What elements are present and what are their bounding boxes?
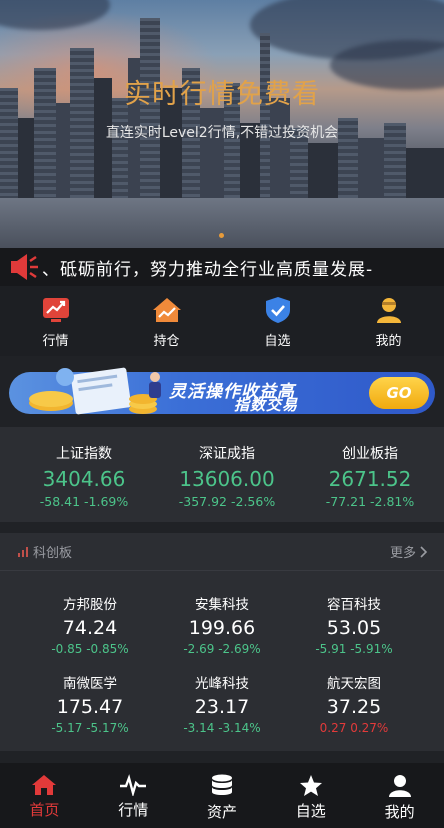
stock-price: 199.66 (188, 617, 256, 639)
stock-price: 23.17 (194, 696, 250, 718)
quicknav-label: 持仓 (153, 334, 180, 349)
stock-card[interactable]: 光峰科技 23.17 -3.14 -3.14% (156, 672, 288, 735)
quicknav-label: 我的 (375, 334, 402, 349)
tab-profile[interactable]: 我的 (355, 763, 444, 828)
section-title: 科创板 (33, 546, 73, 561)
stock-price: 175.47 (56, 696, 124, 718)
stock-grid: 方邦股份 74.24 -0.85 -0.85% 安集科技 199.66 -2.6… (0, 571, 444, 735)
stock-price: 74.24 (62, 617, 118, 639)
home-icon (32, 775, 57, 795)
stock-change: -2.69 -2.69% (183, 642, 261, 656)
index-card[interactable]: 深证成指 13606.00 -357.92 -2.56% (167, 437, 287, 515)
shield-check-icon (265, 297, 290, 323)
quicknav-market[interactable]: 行情 (0, 286, 111, 356)
tab-home[interactable]: 首页 (0, 763, 89, 828)
stock-price: 53.05 (326, 617, 382, 639)
house-chart-icon (152, 298, 181, 322)
coins-illustration-icon (29, 367, 161, 415)
tab-label: 我的 (384, 803, 415, 821)
index-change: -77.21 -2.81% (325, 494, 415, 509)
index-name: 上证指数 (56, 446, 112, 462)
stock-name: 光峰科技 (195, 676, 249, 692)
more-label: 更多 (389, 546, 416, 561)
quick-nav: 行情 持仓 自选 我的 (0, 286, 444, 356)
stock-change: -5.91 -5.91% (315, 642, 393, 656)
stock-name: 航天宏图 (327, 676, 381, 692)
stock-change: -0.85 -0.85% (51, 642, 129, 656)
hero-subtitle: 直连实时Level2行情,不错过投资机会 (105, 125, 339, 141)
stock-name: 方邦股份 (63, 597, 117, 613)
stock-card[interactable]: 方邦股份 74.24 -0.85 -0.85% (24, 593, 156, 656)
promo-go-button[interactable]: GO (369, 377, 429, 409)
tab-label: 自选 (295, 802, 326, 820)
stock-card[interactable]: 容百科技 53.05 -5.91 -5.91% (288, 593, 420, 656)
index-value: 13606.00 (179, 467, 275, 491)
index-name: 深证成指 (199, 446, 255, 462)
tab-label: 资产 (206, 803, 237, 821)
quicknav-label: 行情 (42, 334, 69, 349)
market-indices: 上证指数 3404.66 -58.41 -1.69% 深证成指 13606.00… (0, 427, 444, 522)
carousel-indicator[interactable] (219, 233, 224, 238)
tab-label: 首页 (29, 801, 60, 819)
pulse-icon (120, 774, 147, 796)
user-icon (376, 298, 401, 323)
person-icon (388, 775, 411, 797)
star-market-section: 科创板 更多 方邦股份 74.24 -0.85 -0.85% 安集科技 199.… (0, 533, 444, 751)
quicknav-watchlist[interactable]: 自选 (222, 286, 333, 356)
index-name: 创业板指 (342, 446, 398, 462)
index-change: -357.92 -2.56% (178, 494, 276, 509)
trend-chart-icon (42, 298, 69, 322)
stock-name: 安集科技 (195, 597, 249, 613)
stock-card[interactable]: 南微医学 175.47 -5.17 -5.17% (24, 672, 156, 735)
index-value: 3404.66 (42, 467, 126, 491)
index-value: 2671.52 (328, 467, 412, 491)
bottom-tab-bar: 首页 行情 资产 自选 我的 (0, 763, 444, 828)
megaphone-icon (0, 248, 42, 286)
app-page: 实时行情免费看 直连实时Level2行情,不错过投资机会 、砥砺前行，努力推动全… (0, 0, 444, 828)
promo-subline: 指数交易 (234, 396, 299, 414)
marquee-text: 、砥砺前行，努力推动全行业高质量发展- (42, 259, 374, 280)
stock-card[interactable]: 安集科技 199.66 -2.69 -2.69% (156, 593, 288, 656)
chevron-right-icon (420, 545, 428, 558)
section-header: 科创板 更多 (0, 533, 444, 571)
tab-label: 行情 (118, 801, 149, 819)
stock-change: -3.14 -3.14% (183, 721, 261, 735)
tab-assets[interactable]: 资产 (178, 763, 267, 828)
stock-price: 37.25 (326, 696, 382, 718)
quicknav-holdings[interactable]: 持仓 (111, 286, 222, 356)
stock-card[interactable]: 航天宏图 37.25 0.27 0.27% (288, 672, 420, 735)
index-card[interactable]: 创业板指 2671.52 -77.21 -2.81% (310, 437, 430, 515)
stock-change: -5.17 -5.17% (51, 721, 129, 735)
hero-title: 实时行情免费看 (124, 79, 320, 110)
announcement-marquee[interactable]: 、砥砺前行，努力推动全行业高质量发展- (0, 248, 444, 286)
tab-market[interactable]: 行情 (89, 763, 178, 828)
star-icon (299, 775, 322, 796)
quicknav-label: 自选 (264, 334, 291, 349)
tab-watchlist[interactable]: 自选 (266, 763, 355, 828)
bar-chart-icon (18, 546, 28, 557)
stock-change: 0.27 0.27% (319, 721, 389, 735)
hero-banner[interactable]: 实时行情免费看 直连实时Level2行情,不错过投资机会 (0, 0, 444, 248)
quicknav-mine[interactable]: 我的 (333, 286, 444, 356)
stock-name: 南微医学 (63, 676, 117, 692)
more-link[interactable]: 更多 (390, 542, 430, 561)
promo-banner[interactable]: 灵活操作收益高 指数交易 GO (9, 361, 435, 421)
stock-name: 容百科技 (327, 597, 381, 613)
index-card[interactable]: 上证指数 3404.66 -58.41 -1.69% (24, 437, 144, 515)
database-icon (211, 774, 232, 795)
index-change: -58.41 -1.69% (39, 494, 129, 509)
